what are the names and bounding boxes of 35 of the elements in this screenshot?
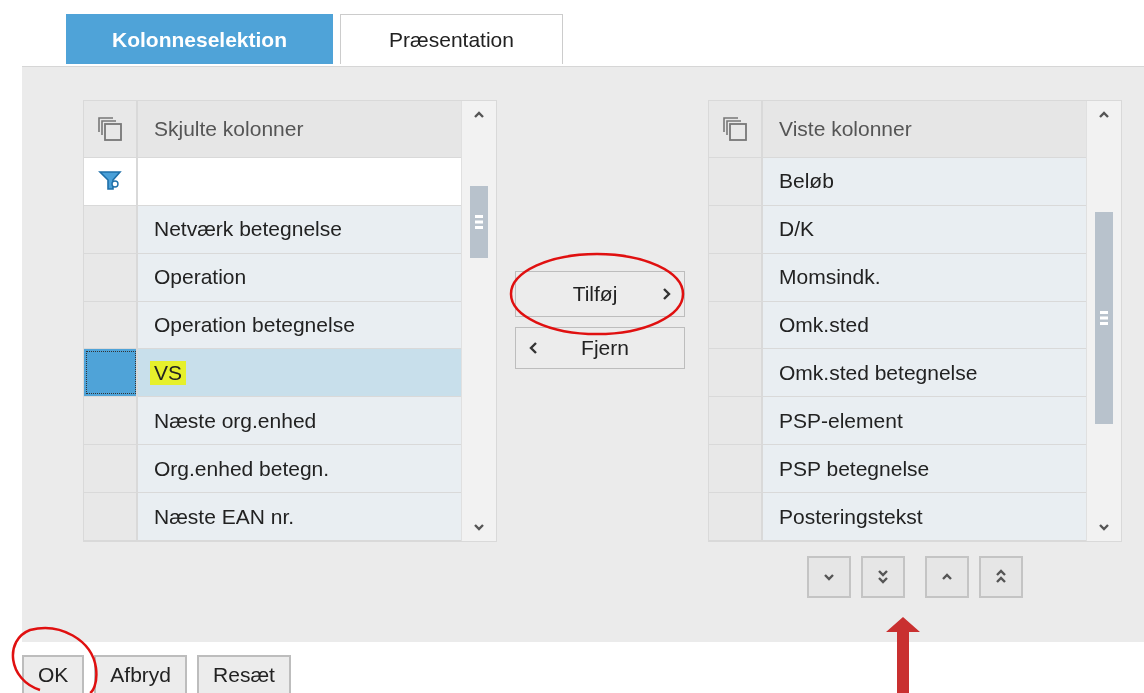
move-up-button[interactable] (925, 556, 969, 598)
remove-button[interactable]: Fjern (515, 327, 685, 369)
column-name[interactable]: Operation (154, 265, 247, 290)
chevron-right-icon (662, 287, 672, 301)
column-name[interactable]: VS (150, 360, 186, 385)
move-to-top-button[interactable] (979, 556, 1023, 598)
double-chevron-down-icon (876, 569, 890, 585)
chevron-down-icon (822, 573, 836, 581)
scroll-up-icon[interactable] (1097, 111, 1111, 119)
column-name[interactable]: D/K (779, 217, 814, 242)
dialog-button[interactable]: OK (22, 655, 85, 693)
move-to-bottom-button[interactable] (861, 556, 905, 598)
scrollbar[interactable] (461, 101, 496, 541)
tab[interactable]: Præsentation (340, 14, 563, 64)
select-all-icon[interactable] (722, 115, 748, 142)
column-name[interactable]: Omk.sted (779, 313, 869, 337)
scroll-thumb[interactable] (1095, 212, 1113, 424)
chevron-up-icon (940, 573, 954, 581)
scroll-down-icon[interactable] (1097, 523, 1111, 531)
select-all-icon[interactable] (97, 115, 123, 142)
scroll-thumb[interactable] (470, 186, 488, 258)
column-name[interactable]: Beløb (779, 169, 834, 194)
dialog-button[interactable]: Resæt (197, 655, 291, 693)
move-down-button[interactable] (807, 556, 851, 598)
row-selector[interactable] (84, 349, 138, 397)
dialog-button[interactable]: Afbryd (94, 655, 188, 693)
scroll-up-icon[interactable] (472, 111, 486, 119)
filter-field[interactable] (138, 157, 461, 205)
double-chevron-up-icon (994, 569, 1008, 585)
column-name[interactable]: Momsindk. (779, 265, 881, 290)
scrollbar[interactable] (1086, 101, 1121, 541)
add-button[interactable]: Tilføj (515, 271, 685, 317)
chevron-left-icon (528, 341, 538, 355)
column-name[interactable]: PSP-element (779, 408, 903, 433)
scroll-down-icon[interactable] (472, 523, 486, 531)
